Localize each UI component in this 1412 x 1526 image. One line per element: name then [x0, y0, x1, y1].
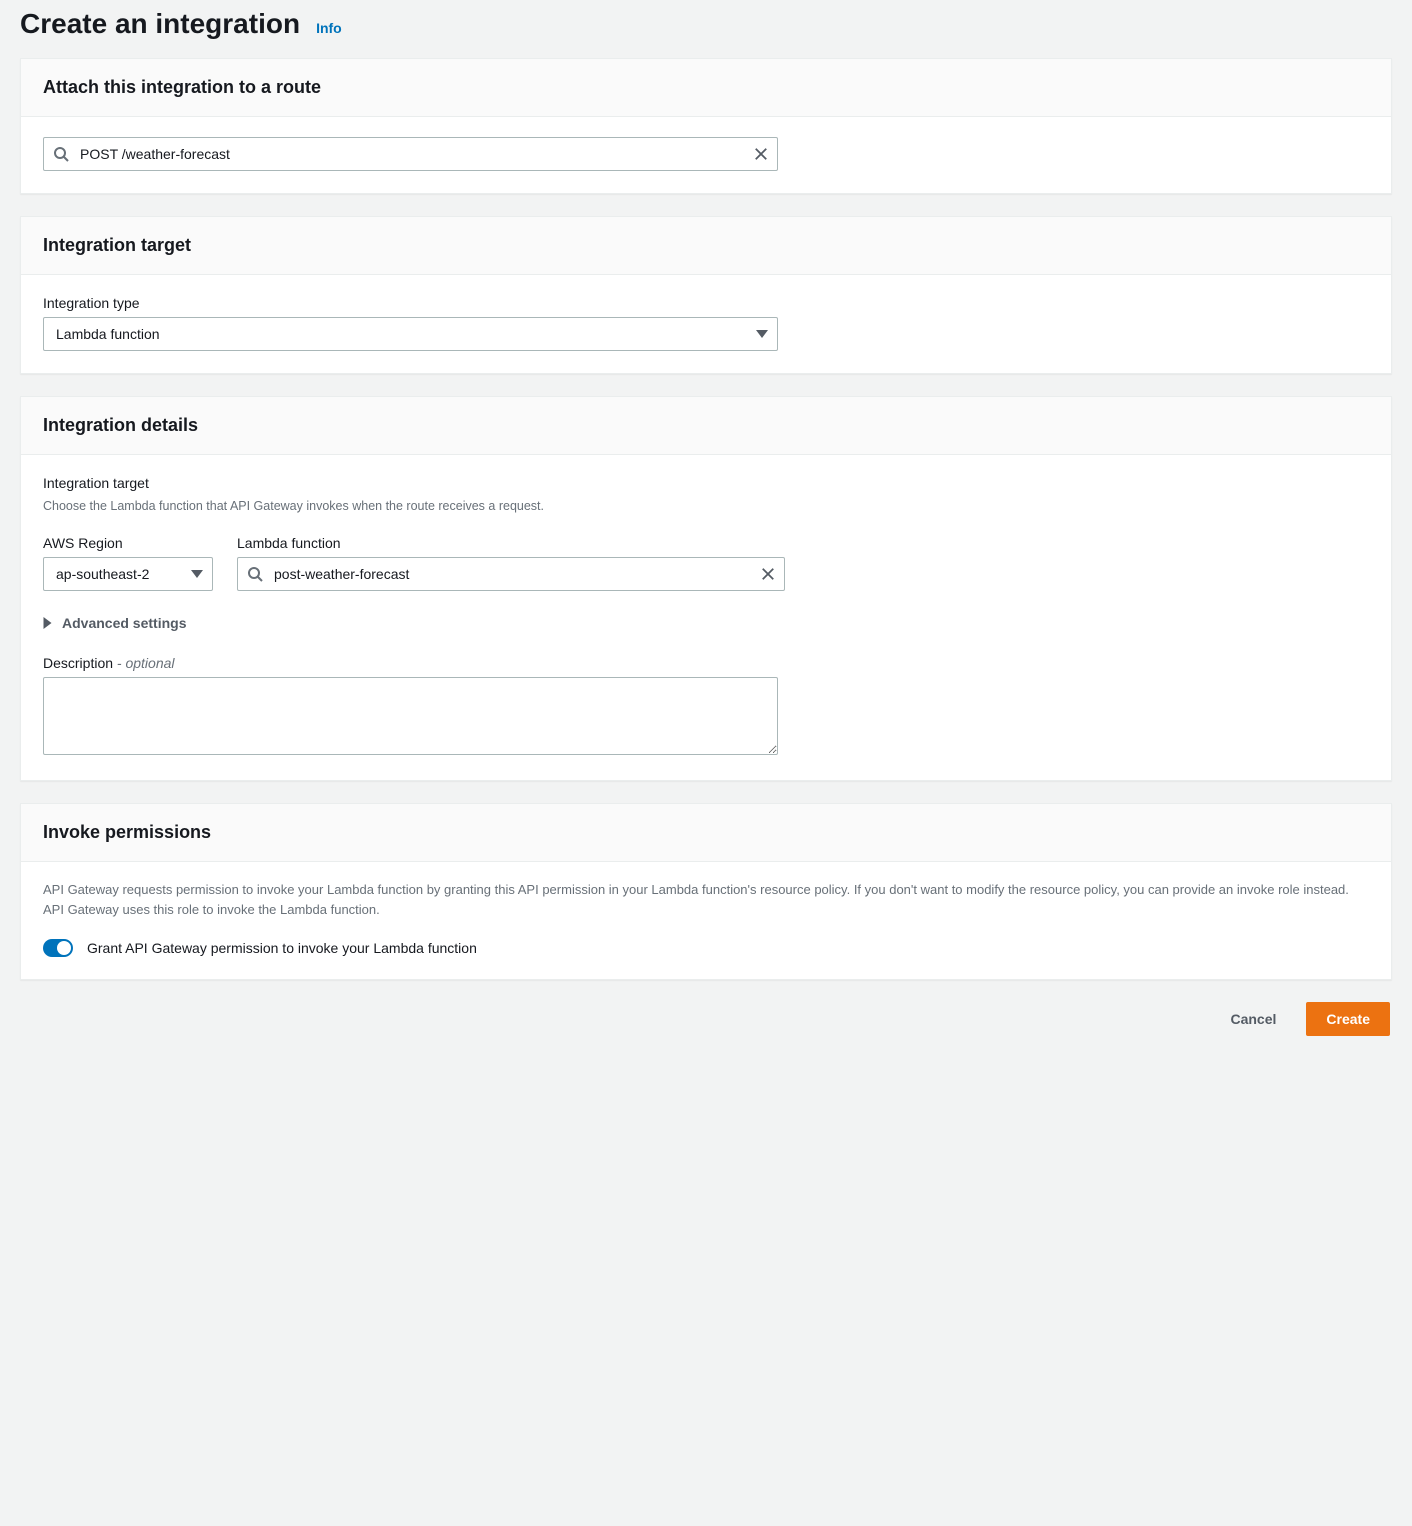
- description-textarea[interactable]: [43, 677, 778, 755]
- integration-type-value: Lambda function: [56, 326, 160, 342]
- aws-region-value: ap-southeast-2: [56, 566, 149, 582]
- lambda-search-wrap: [237, 557, 785, 591]
- advanced-settings-toggle[interactable]: Advanced settings: [43, 615, 1369, 631]
- integration-target-panel-header: Integration target: [21, 217, 1391, 275]
- integration-target-hint: Choose the Lambda function that API Gate…: [43, 497, 1369, 515]
- grant-permission-label: Grant API Gateway permission to invoke y…: [87, 940, 477, 956]
- invoke-permissions-description: API Gateway requests permission to invok…: [43, 880, 1369, 919]
- attach-route-panel: Attach this integration to a route: [20, 58, 1392, 194]
- integration-type-label: Integration type: [43, 295, 1369, 311]
- integration-details-panel-header: Integration details: [21, 397, 1391, 455]
- integration-type-select[interactable]: Lambda function: [43, 317, 778, 351]
- integration-target-panel-title: Integration target: [43, 235, 1369, 256]
- attach-route-panel-header: Attach this integration to a route: [21, 59, 1391, 117]
- grant-permission-toggle[interactable]: [43, 939, 73, 957]
- aws-region-select[interactable]: ap-southeast-2: [43, 557, 213, 591]
- caret-right-icon: [43, 617, 52, 629]
- attach-route-panel-title: Attach this integration to a route: [43, 77, 1369, 98]
- clear-lambda-icon[interactable]: [759, 565, 777, 583]
- create-button[interactable]: Create: [1306, 1002, 1390, 1036]
- footer-actions: Cancel Create: [20, 1002, 1392, 1036]
- route-search-input[interactable]: [43, 137, 778, 171]
- description-label: Description - optional: [43, 655, 1369, 671]
- page-title: Create an integration: [20, 8, 300, 40]
- invoke-permissions-panel-header: Invoke permissions: [21, 804, 1391, 862]
- integration-target-panel: Integration target Integration type Lamb…: [20, 216, 1392, 374]
- route-search-wrap: [43, 137, 778, 171]
- integration-target-label: Integration target: [43, 475, 1369, 491]
- lambda-function-label: Lambda function: [237, 535, 785, 551]
- integration-details-panel-title: Integration details: [43, 415, 1369, 436]
- invoke-permissions-panel-title: Invoke permissions: [43, 822, 1369, 843]
- page-header: Create an integration Info: [20, 0, 1392, 58]
- clear-route-icon[interactable]: [752, 145, 770, 163]
- advanced-settings-label: Advanced settings: [62, 615, 186, 631]
- toggle-knob: [57, 941, 71, 955]
- invoke-permissions-panel: Invoke permissions API Gateway requests …: [20, 803, 1392, 980]
- integration-details-panel: Integration details Integration target C…: [20, 396, 1392, 781]
- cancel-button[interactable]: Cancel: [1210, 1002, 1296, 1036]
- lambda-function-input[interactable]: [237, 557, 785, 591]
- aws-region-label: AWS Region: [43, 535, 213, 551]
- info-link[interactable]: Info: [316, 20, 342, 36]
